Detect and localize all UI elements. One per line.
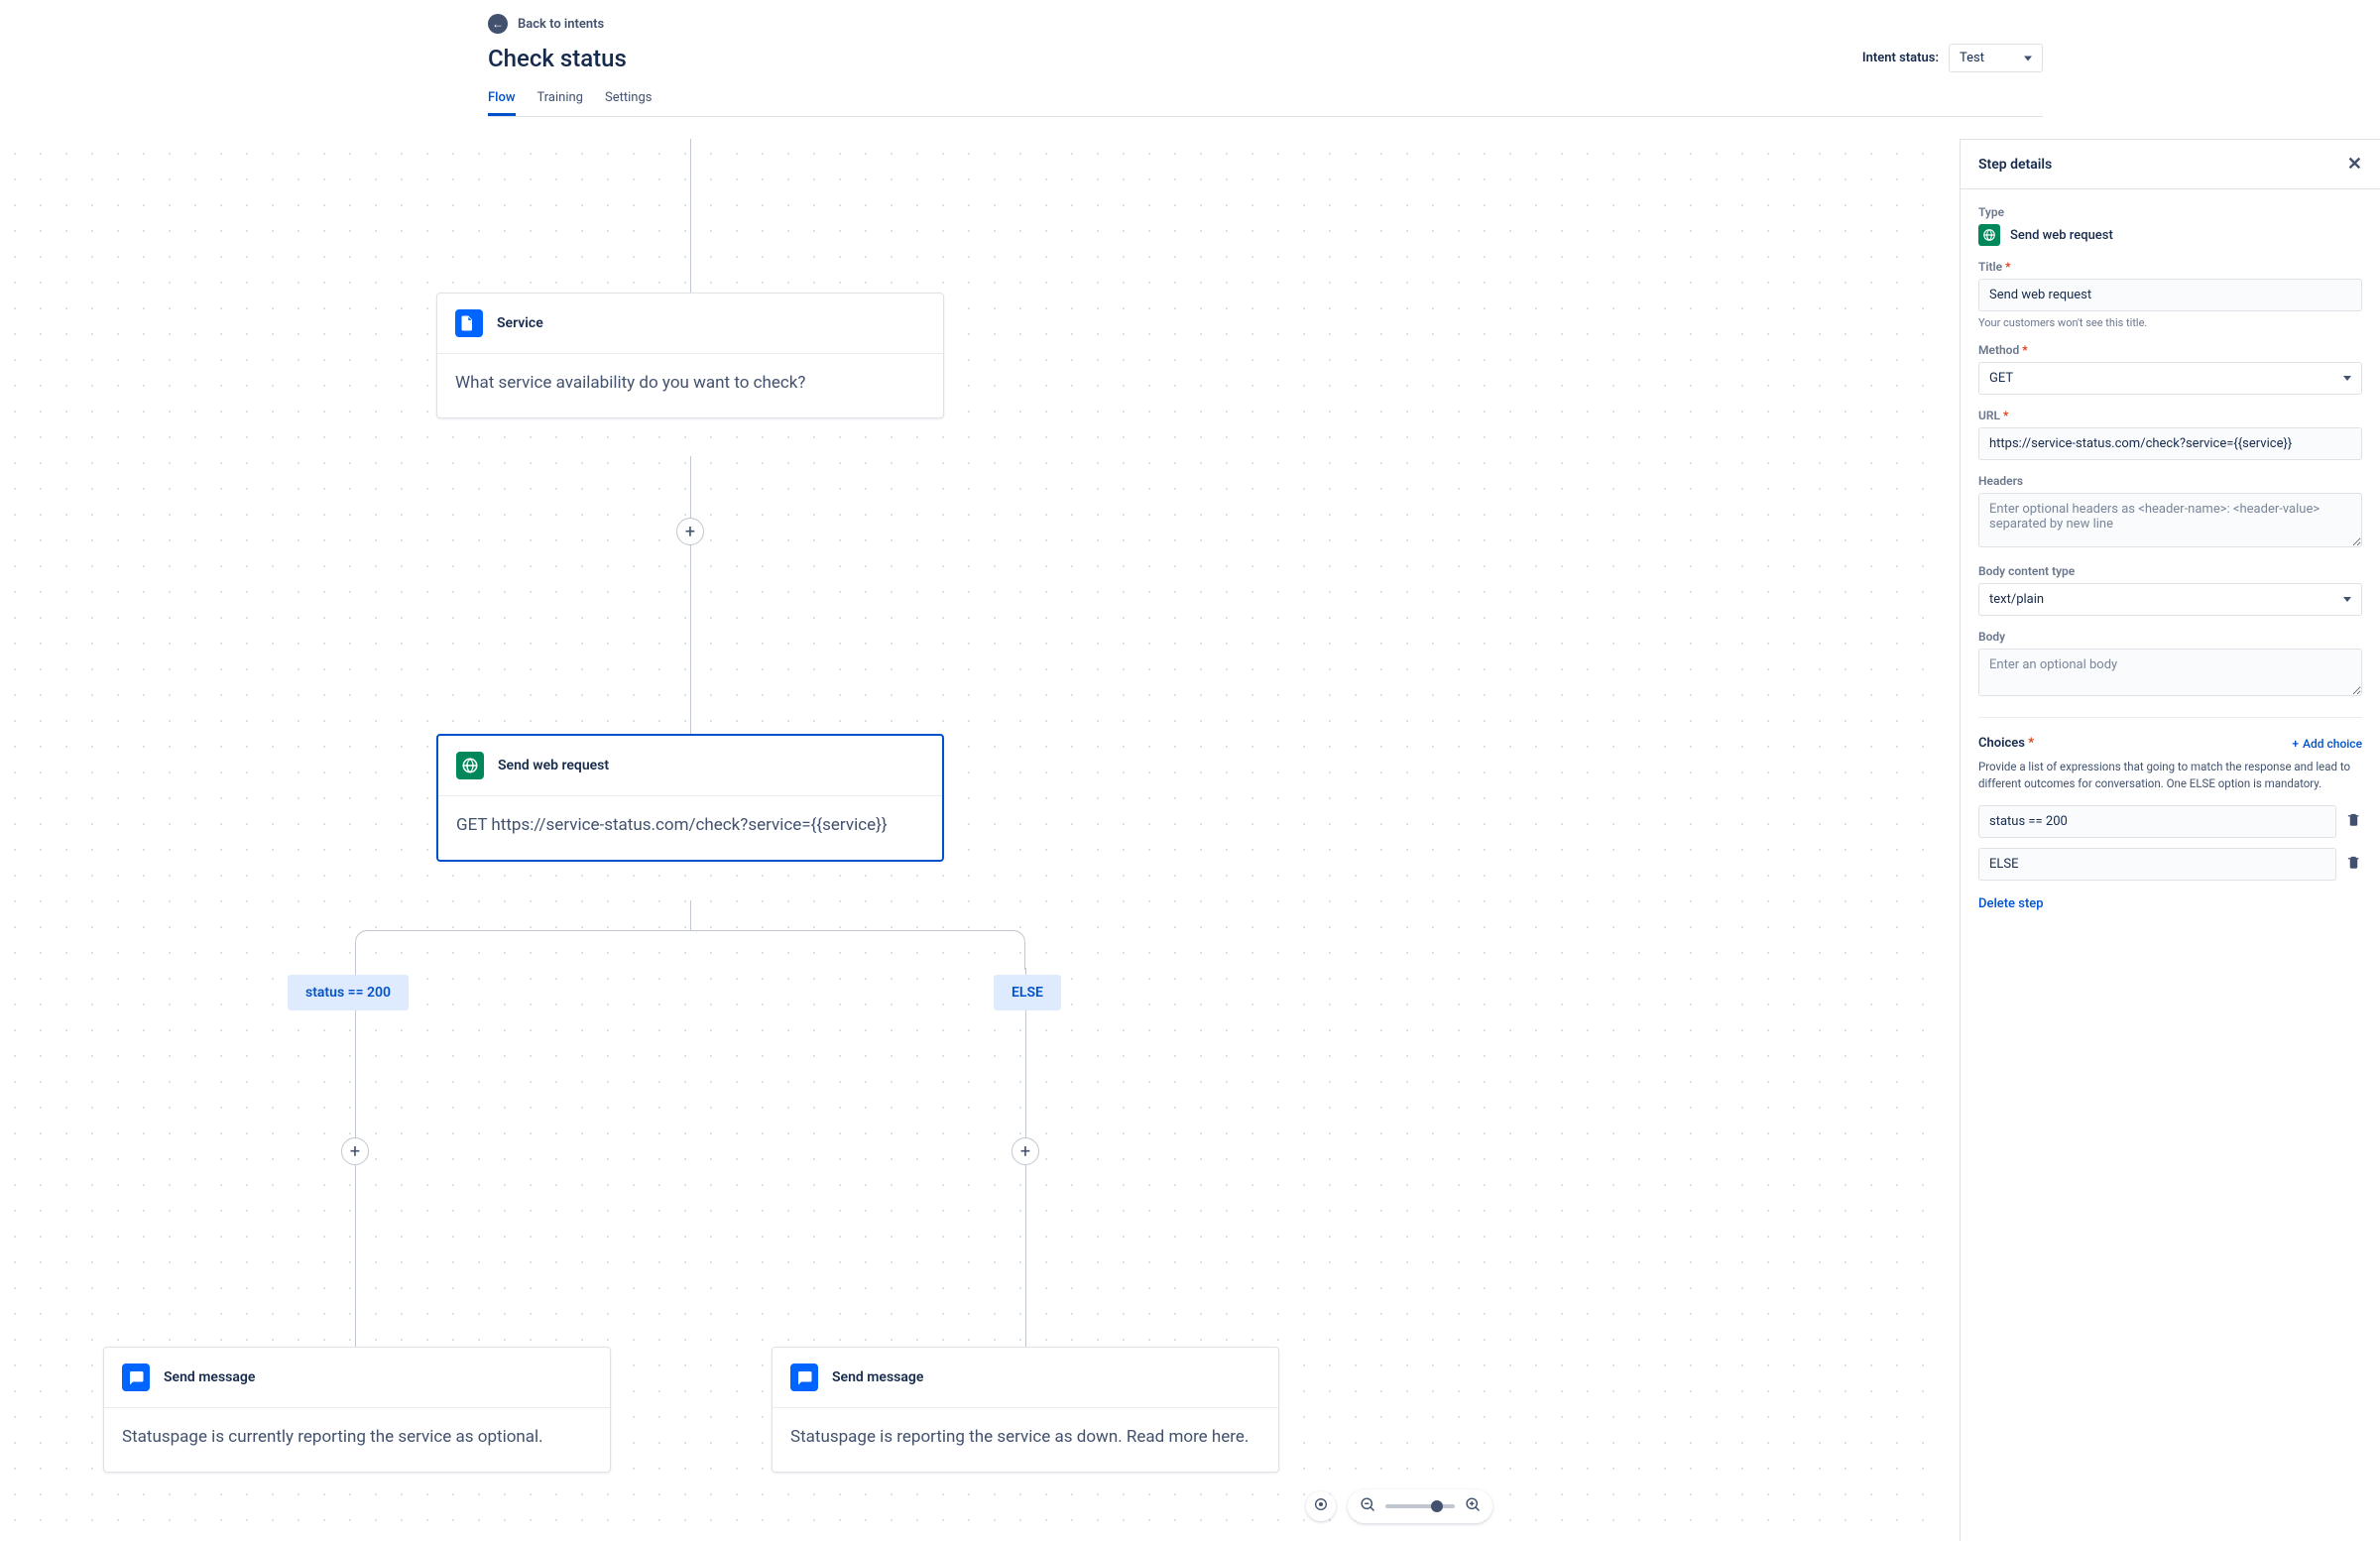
add-choice-button[interactable]: + Add choice <box>2292 737 2362 751</box>
intent-status-label: Intent status: <box>1862 51 1939 65</box>
node-title: Send message <box>832 1369 923 1385</box>
title-help-text: Your customers won't see this title. <box>1978 316 2362 329</box>
choices-description: Provide a list of expressions that going… <box>1978 759 2362 793</box>
node-send-message-ok[interactable]: Send message Statuspage is currently rep… <box>103 1347 611 1473</box>
zoom-out-icon[interactable] <box>1360 1496 1375 1516</box>
step-details-panel: Step details ✕ Type Send web request Tit… <box>1960 139 2380 1541</box>
headers-label: Headers <box>1978 474 2362 488</box>
branch-label-status-200[interactable]: status == 200 <box>288 975 409 1010</box>
title-input[interactable] <box>1978 279 2362 311</box>
branch-label-else[interactable]: ELSE <box>994 975 1061 1010</box>
tab-training[interactable]: Training <box>537 90 583 116</box>
web-request-icon <box>456 752 484 779</box>
back-to-intents-link[interactable]: ← Back to intents <box>488 14 604 34</box>
delete-step-link[interactable]: Delete step <box>1978 896 2044 911</box>
divider <box>1978 717 2362 718</box>
tab-settings[interactable]: Settings <box>605 90 652 116</box>
delete-choice-button[interactable] <box>2346 812 2362 831</box>
message-icon <box>790 1363 818 1391</box>
method-label: Method * <box>1978 343 2362 357</box>
intent-status-select[interactable]: Test <box>1949 44 2043 72</box>
add-step-button[interactable]: + <box>341 1137 369 1165</box>
connector-line <box>690 456 691 734</box>
node-send-web-request[interactable]: Send web request GET https://service-sta… <box>436 734 944 862</box>
title-field-label: Title * <box>1978 260 2362 274</box>
zoom-slider[interactable] <box>1385 1504 1455 1508</box>
type-label: Type <box>1978 205 2362 219</box>
choice-input-2[interactable] <box>1978 848 2336 881</box>
flow-canvas[interactable]: Service What service availability do you… <box>0 139 1944 1541</box>
web-request-icon <box>1978 224 2000 246</box>
node-body: Statuspage is currently reporting the se… <box>104 1408 610 1472</box>
node-title: Service <box>497 315 543 331</box>
body-label: Body <box>1978 630 2362 644</box>
add-step-button[interactable]: + <box>676 518 704 545</box>
connector-line <box>690 139 691 293</box>
node-body: Statuspage is reporting the service as d… <box>773 1408 1278 1472</box>
node-body: What service availability do you want to… <box>437 354 943 417</box>
url-input[interactable] <box>1978 427 2362 460</box>
choices-label: Choices * <box>1978 736 2034 751</box>
document-icon <box>455 309 483 337</box>
connector-line <box>355 968 356 1369</box>
node-title: Send message <box>164 1369 255 1385</box>
node-body: GET https://service-status.com/check?ser… <box>438 796 942 860</box>
body-content-type-select[interactable]: text/plain <box>1978 583 2362 616</box>
delete-choice-button[interactable] <box>2346 855 2362 874</box>
connector-line <box>690 900 691 930</box>
method-select[interactable]: GET <box>1978 362 2362 395</box>
node-title: Send web request <box>498 758 609 773</box>
body-content-type-label: Body content type <box>1978 564 2362 578</box>
body-input[interactable] <box>1978 649 2362 696</box>
zoom-in-icon[interactable] <box>1465 1496 1481 1516</box>
headers-input[interactable] <box>1978 493 2362 547</box>
node-service[interactable]: Service What service availability do you… <box>436 293 944 418</box>
type-value: Send web request <box>2010 228 2113 243</box>
arrow-left-icon: ← <box>488 14 508 34</box>
recenter-button[interactable] <box>1306 1491 1336 1521</box>
connector-line <box>1025 968 1026 1369</box>
choice-input-1[interactable] <box>1978 805 2336 838</box>
panel-title: Step details <box>1978 157 2052 173</box>
node-send-message-down[interactable]: Send message Statuspage is reporting the… <box>772 1347 1279 1473</box>
connector-fork <box>355 930 1025 970</box>
zoom-slider-container <box>1348 1489 1492 1523</box>
page-title: Check status <box>488 45 627 72</box>
close-icon[interactable]: ✕ <box>2347 154 2362 175</box>
tab-flow[interactable]: Flow <box>488 90 516 116</box>
url-label: URL * <box>1978 409 2362 422</box>
add-step-button[interactable]: + <box>1012 1137 1039 1165</box>
message-icon <box>122 1363 150 1391</box>
back-label: Back to intents <box>518 17 604 32</box>
